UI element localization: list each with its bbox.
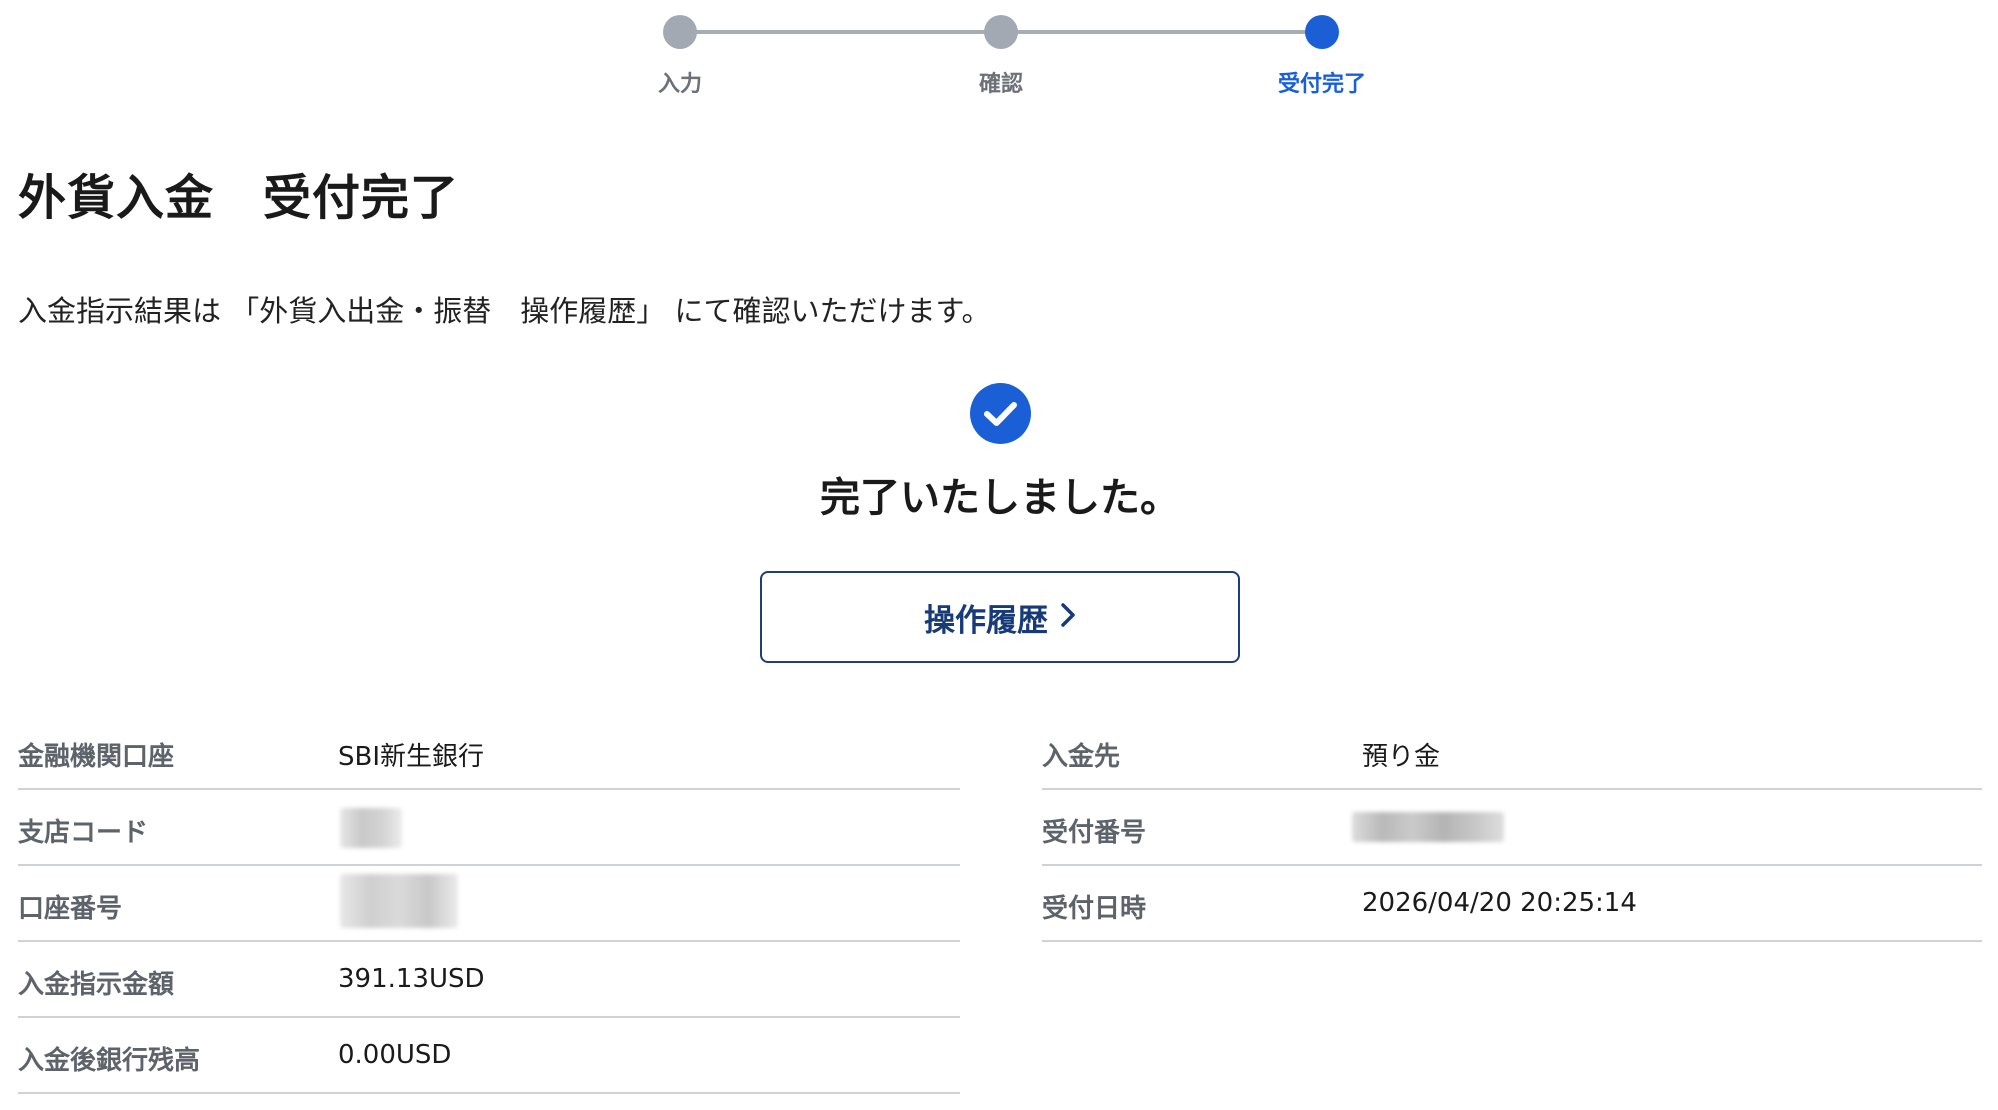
check-circle-icon [970, 383, 1031, 444]
step-label-confirm: 確認 [978, 72, 1023, 97]
redacted-branch-code [340, 808, 402, 848]
step-dot-complete [1305, 15, 1339, 49]
detail-value: 391.13USD [338, 964, 485, 994]
page-title: 外貨入金 受付完了 [18, 170, 460, 226]
detail-value: SBI新生銀行 [338, 742, 485, 772]
operation-history-button-label: 操作履歴 [924, 602, 1048, 639]
detail-key: 入金指示金額 [18, 970, 175, 1000]
table-row: 受付日時 2026/04/20 20:25:14 [1042, 866, 1982, 942]
table-row: 支店コード [18, 790, 960, 866]
chevron-right-icon [1060, 602, 1076, 632]
step-dot-input [663, 15, 697, 49]
redacted-receipt-number [1352, 812, 1504, 842]
detail-key: 入金先 [1042, 742, 1121, 772]
detail-key: 支店コード [18, 818, 149, 848]
table-row: 受付番号 [1042, 790, 1982, 866]
progress-stepper: 入力 確認 受付完了 [0, 0, 1998, 110]
result-description: 入金指示結果は 「外貨入出金・振替 操作履歴」 にて確認いただけます。 [18, 294, 991, 328]
operation-history-button[interactable]: 操作履歴 [760, 571, 1240, 663]
detail-key: 口座番号 [18, 894, 123, 924]
receipt-details-table: 入金先 預り金 受付番号 受付日時 2026/04/20 20:25:14 [1042, 714, 1982, 942]
stepper-connector [1001, 30, 1322, 34]
deposit-details-table: 金融機関口座 SBI新生銀行 支店コード 口座番号 入金指示金額 391.13U… [18, 714, 960, 1094]
stepper-connector [680, 30, 1000, 34]
detail-key: 受付日時 [1042, 894, 1147, 924]
table-row: 入金指示金額 391.13USD [18, 942, 960, 1018]
step-label-input: 入力 [657, 72, 702, 97]
step-label-complete: 受付完了 [1277, 72, 1366, 97]
detail-value: 預り金 [1362, 742, 1441, 772]
detail-value: 0.00USD [338, 1040, 452, 1070]
redacted-account-number [340, 874, 458, 928]
detail-key: 金融機関口座 [18, 742, 175, 772]
table-row: 入金先 預り金 [1042, 714, 1982, 790]
table-row: 金融機関口座 SBI新生銀行 [18, 714, 960, 790]
detail-key: 入金後銀行残高 [18, 1046, 201, 1076]
completion-message: 完了いたしました。 [820, 475, 1180, 521]
detail-value: 2026/04/20 20:25:14 [1362, 888, 1637, 918]
step-dot-confirm [984, 15, 1018, 49]
table-row: 入金後銀行残高 0.00USD [18, 1018, 960, 1094]
table-row: 口座番号 [18, 866, 960, 942]
detail-key: 受付番号 [1042, 818, 1147, 848]
